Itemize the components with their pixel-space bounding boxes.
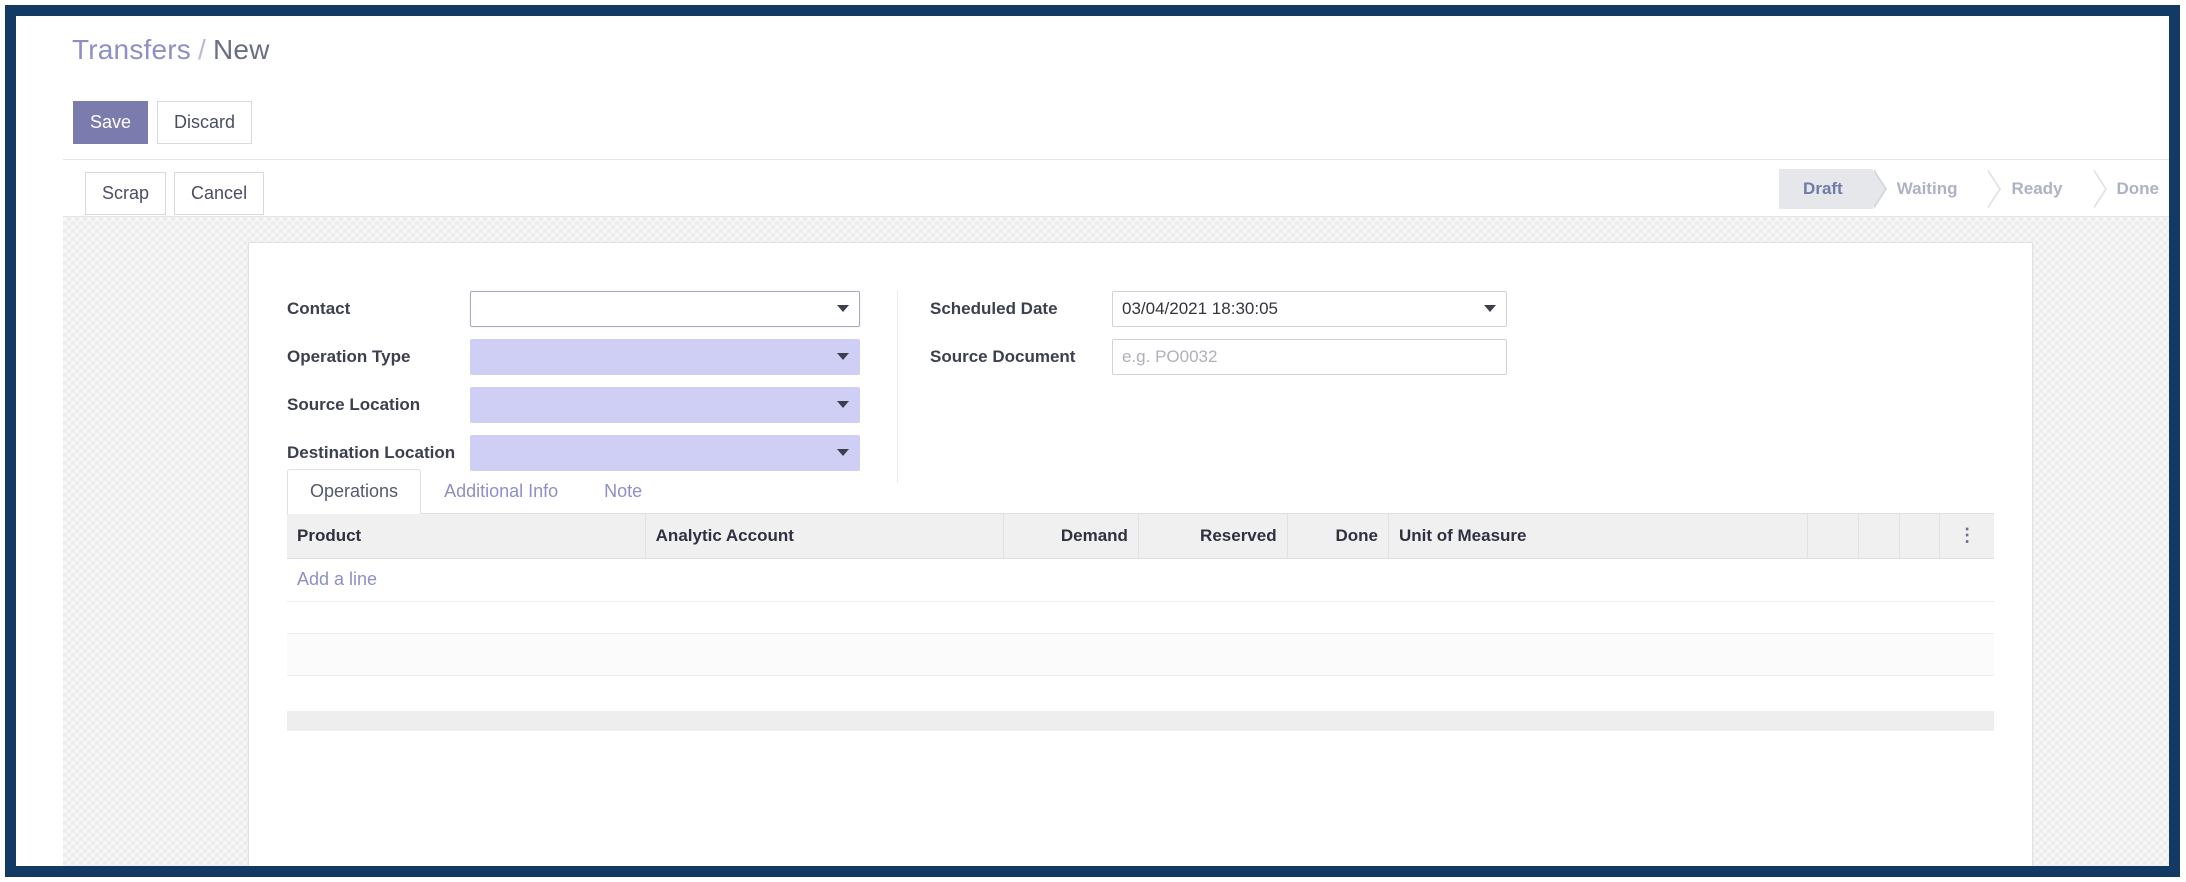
operations-table: Product Analytic Account Demand Reserved… (287, 514, 1994, 731)
status-bar: Draft Waiting Ready Done (1779, 169, 2169, 209)
column-header-unit-of-measure[interactable]: Unit of Measure (1388, 514, 1808, 559)
contact-input[interactable] (470, 291, 860, 327)
scrap-button[interactable]: Scrap (85, 172, 167, 215)
content-background: Contact Operation Type Source Location D… (63, 216, 2169, 866)
operations-table-body: Add a line (287, 558, 1994, 731)
notebook: Operations Additional Info Note Product … (287, 469, 1994, 731)
cancel-button[interactable]: Cancel (174, 172, 265, 215)
field-operation-type: Operation Type (287, 339, 879, 375)
column-header-analytic-account[interactable]: Analytic Account (645, 514, 1004, 559)
browser-frame: Transfers / New Save Discard Scrap Cancel … (5, 5, 2180, 877)
tab-operations[interactable]: Operations (287, 469, 422, 514)
field-contact: Contact (287, 291, 879, 327)
breadcrumb-separator: / (198, 34, 206, 65)
field-control-operation-type (470, 339, 879, 375)
tab-note[interactable]: Note (581, 469, 665, 514)
form-column-right: Scheduled Date Source Document (897, 291, 1517, 483)
form-actions: Save Discard (73, 101, 253, 144)
status-stage-label: Done (2116, 179, 2160, 198)
field-label-operation-type: Operation Type (287, 347, 411, 366)
field-label-source-document: Source Document (930, 347, 1076, 366)
vertical-dots-icon[interactable]: ⋮ (1958, 526, 1976, 544)
tab-label: Additional Info (444, 481, 559, 501)
field-source-document: Source Document (930, 339, 1517, 375)
field-control-destination-location (470, 435, 879, 471)
field-control-source-document (1112, 339, 1517, 375)
column-header-blank-3 (1899, 514, 1941, 559)
form-column-left: Contact Operation Type Source Location D… (287, 291, 897, 483)
column-header-reserved[interactable]: Reserved (1138, 514, 1288, 559)
table-header-row: Product Analytic Account Demand Reserved… (287, 514, 1994, 559)
tab-label: Note (604, 481, 643, 501)
form-fields: Contact Operation Type Source Location D… (249, 243, 2032, 483)
breadcrumb: Transfers / New (72, 34, 270, 66)
table-spacer-row (287, 601, 1994, 633)
table-filler-row (287, 632, 1994, 676)
field-source-location: Source Location (287, 387, 879, 423)
add-line-cell: Add a line (287, 558, 1994, 602)
field-control-source-location (470, 387, 879, 423)
status-stage-label: Waiting (1896, 179, 1958, 198)
operation-type-input[interactable] (470, 339, 860, 375)
field-destination-location: Destination Location (287, 435, 879, 471)
field-control-scheduled-date (1112, 291, 1517, 327)
status-stage-ready[interactable]: Ready (1987, 169, 2107, 209)
field-label-source-location: Source Location (287, 395, 421, 414)
scheduled-date-input[interactable] (1112, 291, 1507, 327)
status-stage-waiting[interactable]: Waiting (1872, 169, 2002, 209)
column-header-product[interactable]: Product (287, 514, 646, 559)
table-footer-bar (287, 711, 1994, 731)
column-header-blank-2 (1858, 514, 1900, 559)
field-label-contact: Contact (287, 299, 351, 318)
optional-columns-toggle[interactable]: ⋮ (1939, 514, 1994, 559)
status-stage-label: Draft (1803, 179, 1843, 198)
form-sheet: Contact Operation Type Source Location D… (248, 242, 2033, 866)
column-header-demand[interactable]: Demand (1003, 514, 1139, 559)
status-stage-draft[interactable]: Draft (1779, 169, 1887, 209)
add-a-line-link[interactable]: Add a line (297, 569, 377, 589)
breadcrumb-root-link[interactable]: Transfers (72, 34, 191, 65)
discard-button[interactable]: Discard (157, 101, 253, 144)
save-button[interactable]: Save (73, 101, 149, 144)
column-header-done[interactable]: Done (1287, 514, 1389, 559)
field-label-destination-location: Destination Location (287, 443, 456, 462)
tab-label: Operations (310, 481, 399, 501)
field-scheduled-date: Scheduled Date (930, 291, 1517, 327)
status-stage-label: Ready (2011, 179, 2063, 198)
field-label-scheduled-date: Scheduled Date (930, 299, 1058, 318)
column-header-blank-1 (1807, 514, 1860, 559)
tab-additional-info[interactable]: Additional Info (421, 469, 581, 514)
app-viewport: Transfers / New Save Discard Scrap Cancel … (16, 16, 2169, 866)
table-gap-row (287, 675, 1994, 711)
operations-table-head: Product Analytic Account Demand Reserved… (287, 514, 1994, 559)
destination-location-input[interactable] (470, 435, 860, 471)
operations-list: Product Analytic Account Demand Reserved… (287, 514, 1994, 731)
field-control-contact (470, 291, 879, 327)
secondary-actions: Scrap Cancel (85, 172, 265, 215)
breadcrumb-current: New (213, 34, 270, 65)
add-line-row: Add a line (287, 558, 1994, 602)
notebook-tabs: Operations Additional Info Note (287, 469, 1994, 514)
source-location-input[interactable] (470, 387, 860, 423)
source-document-input[interactable] (1112, 339, 1507, 375)
